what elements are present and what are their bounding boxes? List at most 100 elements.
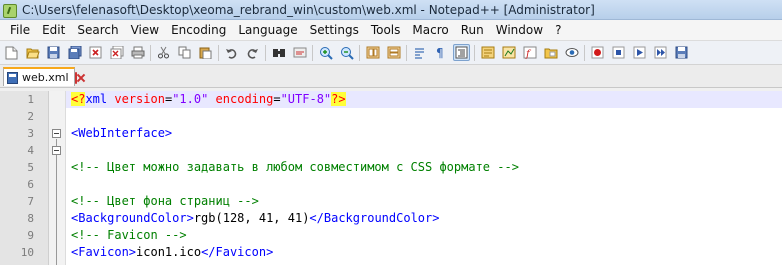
menu-help[interactable]: ? (549, 20, 567, 40)
save-icon[interactable] (45, 44, 62, 61)
code-line-3: <WebInterface> (66, 125, 782, 142)
toolbar: ¶ f (0, 41, 782, 65)
line-number: 9 (27, 229, 34, 242)
word-wrap-icon[interactable] (411, 44, 428, 61)
line-number: 5 (27, 161, 34, 174)
menu-bar: File Edit Search View Encoding Language … (0, 20, 782, 41)
favicon-open-tag: <Favicon> (71, 245, 137, 259)
redo-icon[interactable] (244, 44, 261, 61)
notepadpp-app-icon[interactable] (2, 3, 17, 18)
menu-edit[interactable]: Edit (36, 20, 71, 40)
function-list-icon[interactable]: f (521, 44, 538, 61)
toolbar-separator (406, 44, 407, 61)
xml-attr-encoding: encoding (215, 92, 274, 106)
xml-value-version: "1.0" (172, 92, 209, 106)
undo-icon[interactable] (223, 44, 240, 61)
xml-file-icon (7, 71, 18, 84)
xml-declaration-close: ?> (331, 92, 346, 106)
backgroundcolor-open-tag: <BackgroundColor> (71, 211, 194, 225)
line-number-margin: 1 2 3 4 5 6 7 8 9 10 (0, 91, 49, 265)
show-all-chars-icon[interactable]: ¶ (432, 44, 449, 61)
fold-margin (49, 91, 66, 265)
monitoring-icon[interactable] (563, 44, 580, 61)
menu-window[interactable]: Window (490, 20, 549, 40)
line-number: 3 (27, 127, 34, 140)
backgroundcolor-value: rgb(128, 41, 41) (193, 211, 310, 225)
menu-view[interactable]: View (125, 20, 165, 40)
editor-area[interactable]: 1 2 3 4 5 6 7 8 9 10 <?xml version = "1.0"… (0, 91, 782, 265)
cut-icon[interactable] (155, 44, 172, 61)
menu-run[interactable]: Run (455, 20, 490, 40)
fold-collapse-icon[interactable] (52, 129, 61, 138)
menu-tools[interactable]: Tools (365, 20, 407, 40)
xml-value-encoding: "UTF-8" (280, 92, 332, 106)
find-icon[interactable] (270, 44, 287, 61)
play-macro-icon[interactable] (631, 44, 648, 61)
menu-file[interactable]: File (4, 20, 36, 40)
tab-label: web.xml (22, 71, 69, 84)
document-map-icon[interactable] (500, 44, 517, 61)
close-icon[interactable] (87, 44, 104, 61)
indent-guide-icon[interactable] (453, 44, 470, 61)
notepadpp-window: C:\Users\felenasoft\Desktop\xeoma_rebran… (0, 0, 782, 265)
code-line-1: <?xml version="1.0" encoding="UTF-8"?> (66, 91, 782, 108)
folder-workspace-icon[interactable] (542, 44, 559, 61)
line-number: 7 (27, 195, 34, 208)
line-number: 6 (27, 178, 34, 191)
code-line-10: <Favicon>icon1.ico</Favicon> (66, 244, 782, 261)
favicon-value: icon1.ico (136, 245, 202, 259)
fold-guide-line (56, 139, 57, 265)
save-macro-icon[interactable] (673, 44, 690, 61)
paste-icon[interactable] (197, 44, 214, 61)
line-number: 2 (27, 110, 34, 123)
tab-web-xml[interactable]: web.xml (3, 67, 77, 86)
toolbar-separator (150, 44, 151, 61)
toolbar-separator (474, 44, 475, 61)
copy-icon[interactable] (176, 44, 193, 61)
webinterface-open-tag: <WebInterface> (71, 126, 173, 140)
line-number: 8 (27, 212, 34, 225)
xml-equals: = (273, 92, 281, 106)
stop-macro-icon[interactable] (610, 44, 627, 61)
toolbar-separator (218, 44, 219, 61)
comment-background-color: <!-- Цвет фона страниц --> (71, 194, 259, 208)
menu-language[interactable]: Language (232, 20, 303, 40)
zoom-in-icon[interactable] (317, 44, 334, 61)
code-line-7: <!-- Цвет фона страниц --> (66, 193, 782, 210)
run-macro-multiple-icon[interactable] (652, 44, 669, 61)
replace-icon[interactable] (291, 44, 308, 61)
code-text[interactable]: <?xml version="1.0" encoding="UTF-8"?> <… (66, 91, 782, 265)
code-line-8: <BackgroundColor>rgb(128, 41, 41)</Backg… (66, 210, 782, 227)
menu-encoding[interactable]: Encoding (165, 20, 232, 40)
save-all-icon[interactable] (66, 44, 83, 61)
menu-search[interactable]: Search (71, 20, 124, 40)
menu-settings[interactable]: Settings (304, 20, 365, 40)
open-file-icon[interactable] (24, 44, 41, 61)
record-macro-icon[interactable] (589, 44, 606, 61)
line-number: 4 (27, 144, 34, 157)
favicon-close-tag: </Favicon> (201, 245, 274, 259)
menu-macro[interactable]: Macro (406, 20, 454, 40)
toolbar-separator (359, 44, 360, 61)
sync-horizontal-icon[interactable] (385, 44, 402, 61)
sync-vertical-icon[interactable] (364, 44, 381, 61)
svg-text:¶: ¶ (436, 46, 444, 59)
toolbar-separator (584, 44, 585, 61)
code-line-9: <!-- Favicon --> (66, 227, 782, 244)
new-file-icon[interactable] (3, 44, 20, 61)
close-all-icon[interactable] (108, 44, 125, 61)
tab-close-icon[interactable] (74, 71, 77, 84)
comment-color-format: <!-- Цвет можно задавать в любом совмест… (71, 160, 519, 174)
xml-attr-version: version (114, 92, 165, 106)
xml-declaration-open: <? (71, 92, 86, 106)
title-bar: C:\Users\felenasoft\Desktop\xeoma_rebran… (0, 0, 782, 20)
zoom-out-icon[interactable] (338, 44, 355, 61)
print-icon[interactable] (129, 44, 146, 61)
toolbar-separator (312, 44, 313, 61)
user-language-icon[interactable] (479, 44, 496, 61)
fold-collapse-icon[interactable] (52, 146, 61, 155)
tab-bar: web.xml (0, 65, 782, 88)
backgroundcolor-close-tag: </BackgroundColor> (309, 211, 440, 225)
